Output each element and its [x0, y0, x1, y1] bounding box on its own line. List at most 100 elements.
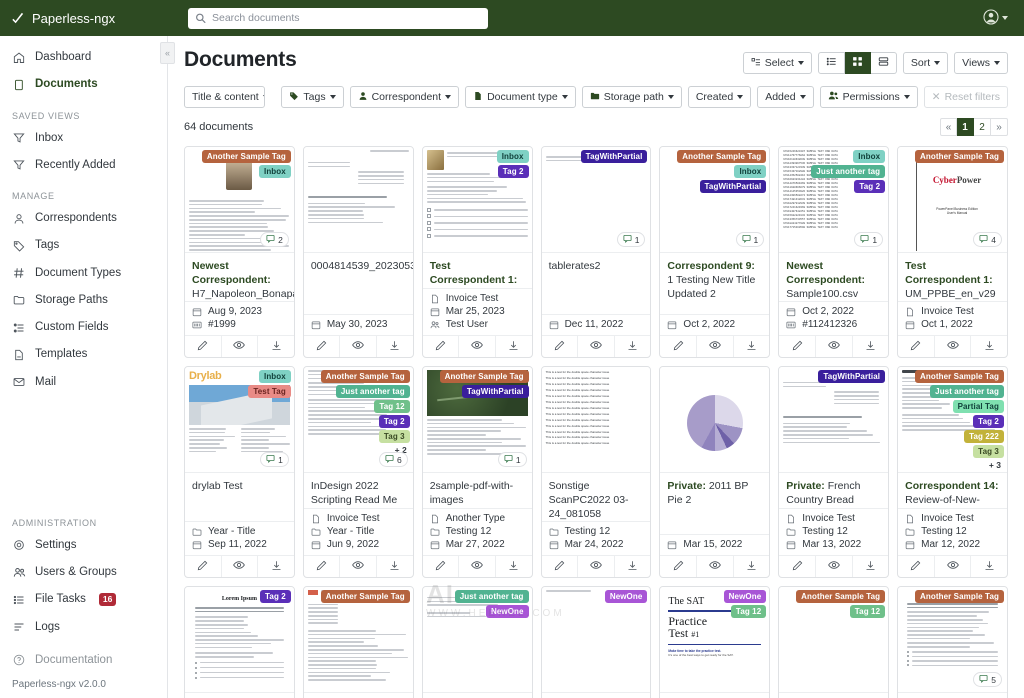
document-card[interactable]: Another Sample TagTag 12 [778, 586, 889, 698]
preview-action[interactable] [935, 336, 972, 357]
sidebar-item-settings[interactable]: Settings [12, 532, 155, 559]
download-action[interactable] [971, 336, 1007, 357]
sidebar-item-templates[interactable]: Templates [0, 341, 167, 368]
filter-permissions-button[interactable]: Permissions [820, 86, 918, 108]
sidebar-item-users-groups[interactable]: Users & Groups [12, 559, 155, 586]
preview-action[interactable] [816, 556, 853, 577]
meta-row[interactable]: Oct 1, 2022 [905, 319, 1000, 330]
meta-row[interactable]: Invoice Test [905, 306, 1000, 317]
preview-action[interactable] [935, 556, 972, 577]
document-card[interactable]: InboxTag 2Test Correspondent 1: [paperle… [422, 146, 533, 358]
notes-badge[interactable]: 1 [736, 232, 765, 247]
download-action[interactable] [377, 556, 413, 577]
sidebar-item-document-types[interactable]: Document Types [0, 260, 167, 287]
document-tag[interactable]: Another Sample Tag [321, 590, 410, 603]
edit-action[interactable] [423, 556, 460, 577]
preview-action[interactable] [697, 336, 734, 357]
meta-row[interactable]: Invoice Test [430, 293, 525, 304]
meta-row[interactable]: Mar 12, 2022 [905, 539, 1000, 550]
meta-row[interactable]: Oct 2, 2022 [667, 319, 762, 330]
download-action[interactable] [496, 556, 532, 577]
edit-action[interactable] [898, 556, 935, 577]
preview-action[interactable] [578, 556, 615, 577]
document-card[interactable]: CyberPowerPowerPanel Business EditionUse… [897, 146, 1008, 358]
document-tag[interactable]: Inbox [497, 150, 529, 163]
document-tag[interactable]: NewOne [486, 605, 529, 618]
edit-action[interactable] [185, 336, 222, 357]
document-tag[interactable]: Another Sample Tag [796, 590, 885, 603]
document-correspondent[interactable]: Newest Correspondent: [786, 260, 865, 286]
download-action[interactable] [496, 336, 532, 357]
edit-action[interactable] [660, 336, 697, 357]
document-correspondent[interactable]: Newest Correspondent: [192, 260, 271, 286]
document-card[interactable]: Another Sample TagTagWithPartial12sample… [422, 366, 533, 578]
edit-action[interactable] [779, 336, 816, 357]
document-tag[interactable]: Just another tag [811, 165, 885, 178]
document-card[interactable]: Another Sample TagInbox2Newest Correspon… [184, 146, 295, 358]
meta-row[interactable]: Year - Title [311, 526, 406, 537]
meta-row[interactable]: Invoice Test [786, 513, 881, 524]
detail-view-button[interactable] [871, 52, 897, 74]
title-content-dropdown[interactable]: Title & content [185, 87, 265, 107]
notes-badge[interactable]: 2 [260, 232, 289, 247]
notes-badge[interactable]: 1 [498, 452, 527, 467]
document-tag[interactable]: Tag 2 [854, 180, 885, 193]
document-correspondent[interactable]: Test Correspondent 1: [905, 260, 993, 286]
preview-action[interactable] [222, 336, 259, 357]
select-button[interactable]: Select [743, 52, 812, 74]
sidebar-collapse-button[interactable]: « [160, 42, 175, 64]
sidebar-item-recently-added[interactable]: Recently Added [0, 152, 167, 179]
document-tag[interactable]: Just another tag [930, 385, 1004, 398]
sidebar-item-mail[interactable]: Mail [0, 369, 167, 396]
document-card[interactable]: Another Sample Tag [303, 586, 414, 698]
document-card[interactable]: Just another tag NewOne [422, 586, 533, 698]
download-action[interactable] [971, 556, 1007, 577]
document-tag[interactable]: Tag 2 [498, 165, 529, 178]
edit-action[interactable] [898, 336, 935, 357]
preview-action[interactable] [459, 556, 496, 577]
document-tag[interactable]: Just another tag [455, 590, 529, 603]
meta-row[interactable]: Mar 27, 2022 [430, 539, 525, 550]
document-card[interactable]: 97815246623407 SAMPLE TEXT ROW DATA97811… [778, 146, 889, 358]
preview-action[interactable] [340, 556, 377, 577]
meta-row[interactable]: Mar 13, 2022 [786, 539, 881, 550]
document-card[interactable]: 0004814539_20230531May 30, 2023 [303, 146, 414, 358]
meta-row[interactable]: #112412326 [786, 319, 881, 330]
document-card[interactable]: NewOne [541, 586, 652, 698]
meta-row[interactable]: Jun 9, 2022 [311, 539, 406, 550]
pagination-prev[interactable]: « [940, 118, 957, 136]
meta-row[interactable]: Testing 12 [549, 526, 644, 537]
download-action[interactable] [734, 336, 770, 357]
sidebar-item-logs[interactable]: Logs [12, 614, 155, 641]
filter-correspondent-button[interactable]: Correspondent [350, 86, 459, 108]
document-tag[interactable]: Another Sample Tag [915, 370, 1004, 383]
edit-action[interactable] [304, 556, 341, 577]
download-action[interactable] [258, 556, 294, 577]
filter-document-type-button[interactable]: Document type [465, 86, 576, 108]
document-tag[interactable]: NewOne [724, 590, 767, 603]
document-tag[interactable]: Tag 2 [260, 590, 291, 603]
meta-row[interactable]: Oct 2, 2022 [786, 306, 881, 317]
document-tag[interactable]: Inbox [734, 165, 766, 178]
document-tag[interactable]: Inbox [853, 150, 885, 163]
meta-row[interactable]: Year - Title [192, 526, 287, 537]
document-tag[interactable]: Partial Tag [953, 400, 1004, 413]
document-tag[interactable]: Tag 3 [379, 430, 410, 443]
document-tag[interactable]: Tag 222 [964, 430, 1004, 443]
download-action[interactable] [377, 336, 413, 357]
meta-row[interactable]: Aug 9, 2023 [192, 306, 287, 317]
document-correspondent[interactable]: Correspondent 9: [667, 260, 755, 272]
download-action[interactable] [615, 336, 651, 357]
filter-added-button[interactable]: Added [757, 86, 813, 108]
document-card[interactable]: DrylabInboxTest Tag1drylab TestYear - Ti… [184, 366, 295, 578]
document-card[interactable]: Another Sample Tag Just another tag Partia… [897, 366, 1008, 578]
sidebar-item-storage-paths[interactable]: Storage Paths [0, 287, 167, 314]
document-tag[interactable]: Tag 3 [973, 445, 1004, 458]
edit-action[interactable] [304, 336, 341, 357]
sidebar-item-tags[interactable]: Tags [0, 232, 167, 259]
preview-action[interactable] [340, 336, 377, 357]
document-tag[interactable]: NewOne [605, 590, 648, 603]
document-card[interactable]: Lorem IpsumTag 2 [184, 586, 295, 698]
edit-action[interactable] [542, 336, 579, 357]
brand[interactable]: Paperless-ngx [10, 11, 160, 26]
